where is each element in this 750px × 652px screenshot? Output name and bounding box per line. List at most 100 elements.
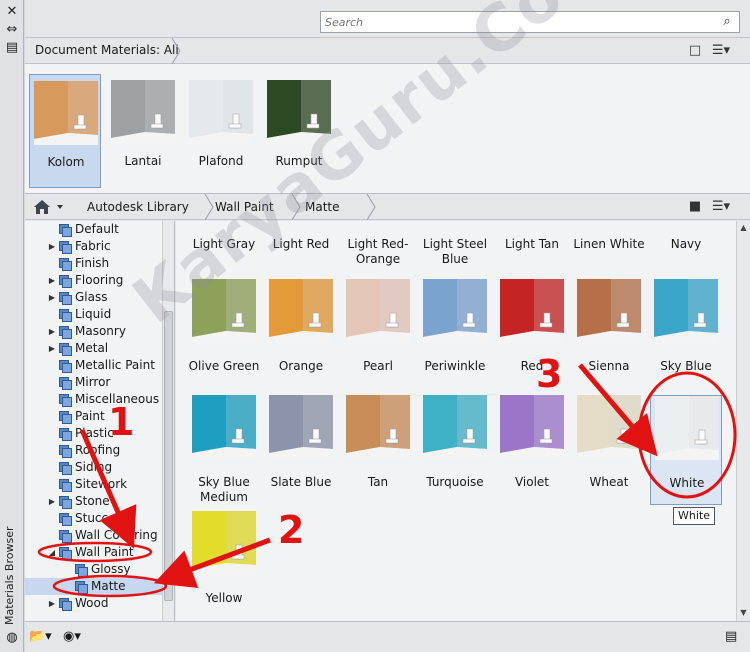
auto-hide-icon[interactable]: ⇔ [3,22,21,38]
close-icon[interactable]: ✕ [3,4,21,20]
tree-item[interactable]: Metallic Paint [25,357,165,374]
library-material[interactable]: Slate Blue [265,395,337,505]
expand-icon[interactable]: ▶ [47,238,57,255]
grid-scrollbar[interactable]: ▲ ▼ [736,221,750,621]
library-material[interactable]: Sky Blue Medium [188,395,260,505]
library-material[interactable]: Periwinkle [419,279,491,389]
folder-icon [59,598,72,611]
tree-item[interactable]: Liquid [25,306,165,323]
tree-item[interactable]: Plastic [25,425,165,442]
breadcrumb-item[interactable]: Wall Paint [215,200,274,214]
home-dropdown-icon[interactable] [55,194,67,220]
tree-item[interactable]: ◢ Wall Paint [25,544,165,561]
document-materials-filter[interactable]: Document Materials: All [35,43,179,57]
expand-icon[interactable]: ▶ [47,493,57,510]
document-material[interactable]: Plafond [185,74,257,188]
scroll-down-icon[interactable]: ▼ [738,607,749,618]
material-preview [346,279,410,343]
document-material[interactable]: Kolom [29,74,101,188]
view-toggle-icon[interactable]: □ [685,42,705,60]
tree-scrollbar[interactable] [162,221,174,621]
breadcrumb-separator-icon[interactable] [203,194,215,220]
library-view-toggle-icon[interactable]: ■ [685,198,705,216]
library-material[interactable]: Sky Blue [650,279,722,389]
search-icon[interactable]: ⌕ [718,13,736,31]
tree-item[interactable]: Matte [25,578,165,595]
material-name: Kolom [47,155,85,169]
expand-icon[interactable]: ▶ [47,595,57,612]
document-material[interactable]: Lantai [107,74,179,188]
scroll-up-icon[interactable]: ▲ [738,222,749,233]
library-material[interactable]: Turquoise [419,395,491,505]
library-material[interactable]: Olive Green [188,279,260,389]
tree-scrollbar-thumb[interactable] [164,311,173,601]
home-icon[interactable] [33,198,51,216]
tree-item[interactable]: ▶ Stone [25,493,165,510]
library-material[interactable]: White [650,395,722,505]
library-material[interactable]: Red [496,279,568,389]
tree-item[interactable]: Paint [25,408,165,425]
material-preview [269,395,333,459]
library-material[interactable]: Wheat [573,395,645,505]
tree-item[interactable]: Siding [25,459,165,476]
library-material[interactable]: Sienna [573,279,645,389]
tree-item[interactable]: Stucco [25,510,165,527]
expand-icon[interactable]: ▶ [47,272,57,289]
tree-item[interactable]: Mirror [25,374,165,391]
library-material[interactable]: Orange [265,279,337,389]
tree-item[interactable]: Default [25,221,165,238]
properties-menu-icon[interactable]: ▤ [3,40,21,56]
material-name: Light Tan [504,237,560,251]
tree-item[interactable]: Finish [25,255,165,272]
breadcrumb-separator-icon[interactable] [290,194,302,220]
tree-item[interactable]: ▶ Glass [25,289,165,306]
tree-item[interactable]: Wall Covering [25,527,165,544]
tree-item-label: Finish [75,256,110,270]
folder-icon [59,309,72,322]
tree-item-label: Wood [75,596,109,610]
search-box[interactable]: ⌕ [320,11,740,33]
tree-item-label: Metal [75,341,109,355]
material-name: Orange [278,359,324,373]
library-manager-icon[interactable]: 📂▾ [29,628,52,646]
material-editor-toggle-icon[interactable]: ▤ [725,628,737,646]
library-material[interactable]: Tan [342,395,414,505]
tree-item[interactable]: ▶ Wood [25,595,165,612]
material-editor-icon[interactable]: ◍ [3,630,21,648]
search-input[interactable] [321,12,711,32]
create-material-icon[interactable]: ◉▾ [63,628,81,646]
library-material[interactable]: Pearl [342,279,414,389]
library-materials-grid: Light Gray Light Red Light Red-Orange Light… [176,221,736,621]
expand-icon[interactable]: ▶ [47,340,57,357]
tree-item[interactable]: Miscellaneous [25,391,165,408]
tree-item[interactable]: Sitework [25,476,165,493]
material-name: Slate Blue [270,475,332,489]
folder-icon [59,377,72,390]
breadcrumb-item[interactable]: Matte [305,200,340,214]
tooltip: White [673,507,715,525]
view-options-icon[interactable]: ☰▾ [711,42,731,60]
breadcrumb-item[interactable]: Autodesk Library [87,200,189,214]
material-name: Wheat [589,475,629,489]
material-preview [577,279,641,343]
collapse-icon[interactable]: ◢ [47,544,57,561]
tree-item[interactable]: ▶ Metal [25,340,165,357]
library-view-options-icon[interactable]: ☰▾ [711,198,731,216]
tree-item[interactable]: ▶ Fabric [25,238,165,255]
library-material[interactable]: Violet [496,395,568,505]
folder-icon [59,462,72,475]
material-name: Lantai [124,154,162,168]
folder-icon [75,581,88,594]
library-material[interactable]: Yellow [188,511,260,621]
folder-icon [59,479,72,492]
breadcrumb-separator-icon[interactable] [365,194,377,220]
library-tree: ▶ Wood Matte Glossy ◢ Wall Paint Wall Covering… [25,221,175,621]
expand-icon[interactable]: ▶ [47,289,57,306]
folder-icon [59,394,72,407]
tree-item[interactable]: Roofing [25,442,165,459]
tree-item[interactable]: ▶ Masonry [25,323,165,340]
tree-item[interactable]: ▶ Flooring [25,272,165,289]
document-material[interactable]: Rumput [263,74,335,188]
tree-item[interactable]: Glossy [25,561,165,578]
expand-icon[interactable]: ▶ [47,323,57,340]
